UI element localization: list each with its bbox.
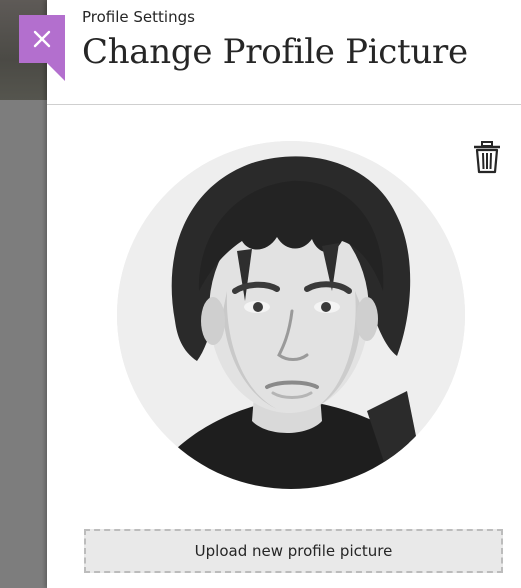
breadcrumb: Profile Settings: [82, 8, 195, 26]
close-tab-fold: [19, 63, 65, 81]
close-panel-button[interactable]: [19, 15, 65, 63]
profile-picture: [117, 141, 465, 489]
profile-settings-screen: Profile Settings Change Profile Picture: [0, 0, 521, 588]
header-divider: [47, 104, 521, 105]
page-title: Change Profile Picture: [82, 32, 468, 72]
profile-portrait-image: [117, 141, 465, 489]
trash-icon: [474, 141, 500, 174]
delete-picture-button[interactable]: [471, 140, 503, 174]
close-icon: [33, 30, 51, 48]
upload-picture-button[interactable]: Upload new profile picture: [84, 529, 503, 573]
